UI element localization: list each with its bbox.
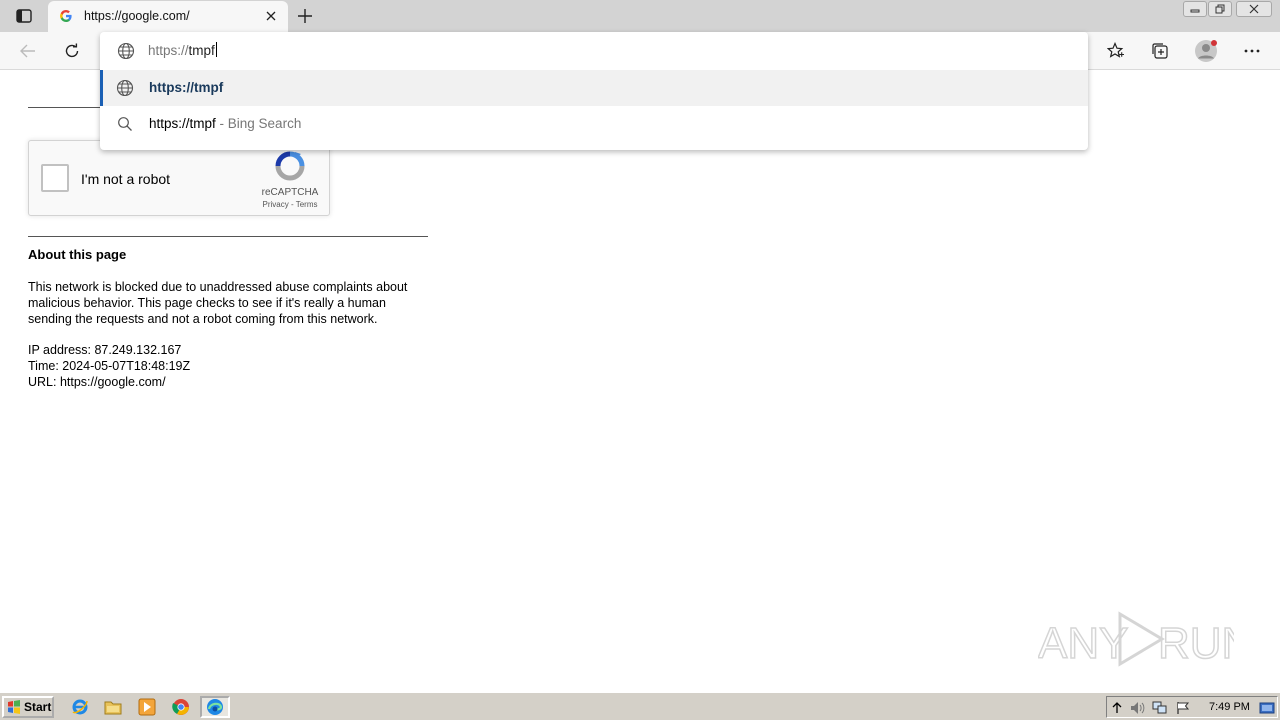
active-tab[interactable]: https://google.com/ <box>48 1 288 32</box>
minimize-icon <box>1190 9 1200 13</box>
google-favicon-icon <box>60 9 72 22</box>
taskbar-explorer[interactable] <box>101 696 125 718</box>
minimize-button[interactable] <box>1183 1 1207 17</box>
collections-icon <box>1152 43 1168 59</box>
suggestion-label: https://tmpf - Bing Search <box>149 116 301 131</box>
address-bar-dropdown: https://tmpf https://tmpf https://tmpf -… <box>100 32 1088 150</box>
more-dots-icon <box>1244 49 1260 53</box>
start-button[interactable]: Start <box>2 696 54 718</box>
taskbar-chrome[interactable] <box>169 696 193 718</box>
collections-button[interactable] <box>1146 38 1174 64</box>
windows-flag-icon <box>8 700 20 714</box>
svg-text:RUN: RUN <box>1158 619 1234 668</box>
text-caret <box>215 42 217 57</box>
ip-address-line: IP address: 87.249.132.167 <box>28 343 182 357</box>
about-heading: About this page <box>28 247 127 262</box>
search-icon <box>116 115 134 133</box>
anyrun-watermark-logo: ANY RUN <box>1038 611 1234 669</box>
profile-button[interactable] <box>1192 38 1220 64</box>
settings-menu-button[interactable] <box>1238 38 1266 64</box>
recaptcha-checkbox[interactable] <box>41 164 69 192</box>
show-hidden-icons-icon[interactable] <box>1109 700 1125 716</box>
suggestion-engine: - Bing Search <box>215 116 302 131</box>
tab-actions-icon <box>16 9 32 23</box>
suggestion-url[interactable]: https://tmpf <box>100 70 1088 106</box>
time-line: Time: 2024-05-07T18:48:19Z <box>28 359 191 373</box>
recaptcha-label: I'm not a robot <box>81 171 171 187</box>
suggestion-query: https://tmpf <box>149 116 216 131</box>
address-input-scheme: https:// <box>148 43 189 58</box>
address-input-typed-text: tmpf <box>188 43 215 58</box>
tab-actions-button[interactable] <box>10 6 38 26</box>
system-tray: 7:49 PM <box>1106 696 1278 718</box>
address-input[interactable]: https://tmpf <box>148 42 217 58</box>
show-desktop-icon[interactable] <box>1259 700 1275 716</box>
avatar-icon <box>1195 40 1217 62</box>
globe-icon <box>117 42 135 63</box>
plus-icon <box>298 9 312 23</box>
refresh-button[interactable] <box>58 38 86 64</box>
refresh-icon <box>65 43 79 58</box>
recaptcha-logo-icon <box>275 151 305 181</box>
recaptcha-brand: reCAPTCHA <box>261 187 319 198</box>
close-window-button[interactable] <box>1236 1 1272 17</box>
close-icon <box>1249 4 1259 14</box>
taskbar-clock[interactable]: 7:49 PM <box>1209 701 1250 713</box>
globe-icon <box>116 79 134 97</box>
back-button[interactable] <box>14 38 42 64</box>
edge-icon <box>207 699 223 715</box>
taskbar-edge[interactable] <box>200 696 230 718</box>
start-label: Start <box>24 700 52 714</box>
suggestion-bing-search[interactable]: https://tmpf - Bing Search <box>100 106 1088 142</box>
divider <box>28 107 100 108</box>
chrome-icon <box>172 699 189 715</box>
suggestion-label: https://tmpf <box>149 80 224 95</box>
volume-icon[interactable] <box>1129 700 1145 716</box>
taskbar: Start 7:49 PM <box>0 692 1280 720</box>
star-icon <box>1107 42 1124 58</box>
tab-close-button[interactable] <box>262 7 280 25</box>
restore-button[interactable] <box>1208 1 1232 17</box>
ie-icon <box>72 699 88 715</box>
tab-title: https://google.com/ <box>84 9 190 23</box>
about-description: This network is blocked due to unaddress… <box>28 280 408 326</box>
restore-icon <box>1215 4 1225 14</box>
taskbar-media-player[interactable] <box>135 696 159 718</box>
new-tab-button[interactable] <box>292 5 318 27</box>
folder-icon <box>104 701 122 715</box>
address-bar[interactable]: https://tmpf <box>100 32 1088 70</box>
action-center-flag-icon[interactable] <box>1175 700 1191 716</box>
close-icon <box>266 11 276 21</box>
favorites-button[interactable] <box>1102 38 1130 64</box>
recaptcha-widget: I'm not a robot reCAPTCHA Privacy - Term… <box>28 140 330 216</box>
svg-text:ANY: ANY <box>1038 619 1128 668</box>
recaptcha-privacy-terms-links[interactable]: Privacy - Terms <box>257 200 323 209</box>
tab-strip: https://google.com/ <box>0 0 1280 32</box>
media-player-icon <box>138 698 156 716</box>
network-icon[interactable] <box>1152 700 1168 716</box>
url-line: URL: https://google.com/ <box>28 375 166 389</box>
back-arrow-icon <box>20 44 35 58</box>
taskbar-ie[interactable] <box>68 696 92 718</box>
divider <box>28 236 428 237</box>
